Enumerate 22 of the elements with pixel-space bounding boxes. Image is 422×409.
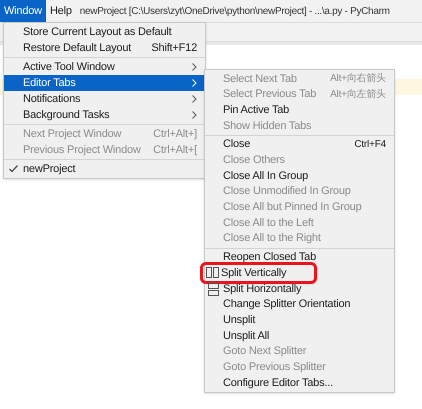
menu-bar-item[interactable]: Help xyxy=(46,0,76,22)
menu-item[interactable]: Close All In Group xyxy=(205,168,394,184)
menu-item[interactable]: Split Vertically xyxy=(203,265,314,281)
menu-bar-item[interactable]: Window xyxy=(0,0,46,22)
menu-item[interactable]: Unsplit xyxy=(205,312,394,328)
split-horizontal-icon xyxy=(208,282,219,296)
menu-item[interactable]: Unsplit All xyxy=(205,328,394,344)
menu-item[interactable]: Background Tasks xyxy=(4,107,205,123)
menu-item[interactable]: Configure Editor Tabs... xyxy=(205,375,394,391)
menu-item[interactable]: newProject xyxy=(4,161,205,177)
menu-item[interactable]: Split Horizontally xyxy=(205,280,394,297)
split-vertical-icon xyxy=(206,267,219,278)
menu-item[interactable]: Active Tool Window xyxy=(4,59,205,75)
menu-item[interactable]: Reopen Closed Tab xyxy=(205,250,394,266)
menu-item[interactable]: Change Splitter Orientation xyxy=(205,296,394,312)
check-icon xyxy=(9,165,18,173)
menu-item[interactable]: Close Ctrl+F4 xyxy=(205,136,394,152)
window-title: newProject [C:\Users\zyt\OneDrive\python\newProject] - ...\a.py - PyCharm xyxy=(80,4,390,18)
menu-item[interactable]: Restore Default Layout Shift+F12 xyxy=(4,40,205,56)
menu-item[interactable]: Editor Tabs xyxy=(4,75,205,91)
menu-item[interactable]: Pin Active Tab xyxy=(205,102,394,118)
menu-item[interactable]: Notifications xyxy=(4,91,205,107)
